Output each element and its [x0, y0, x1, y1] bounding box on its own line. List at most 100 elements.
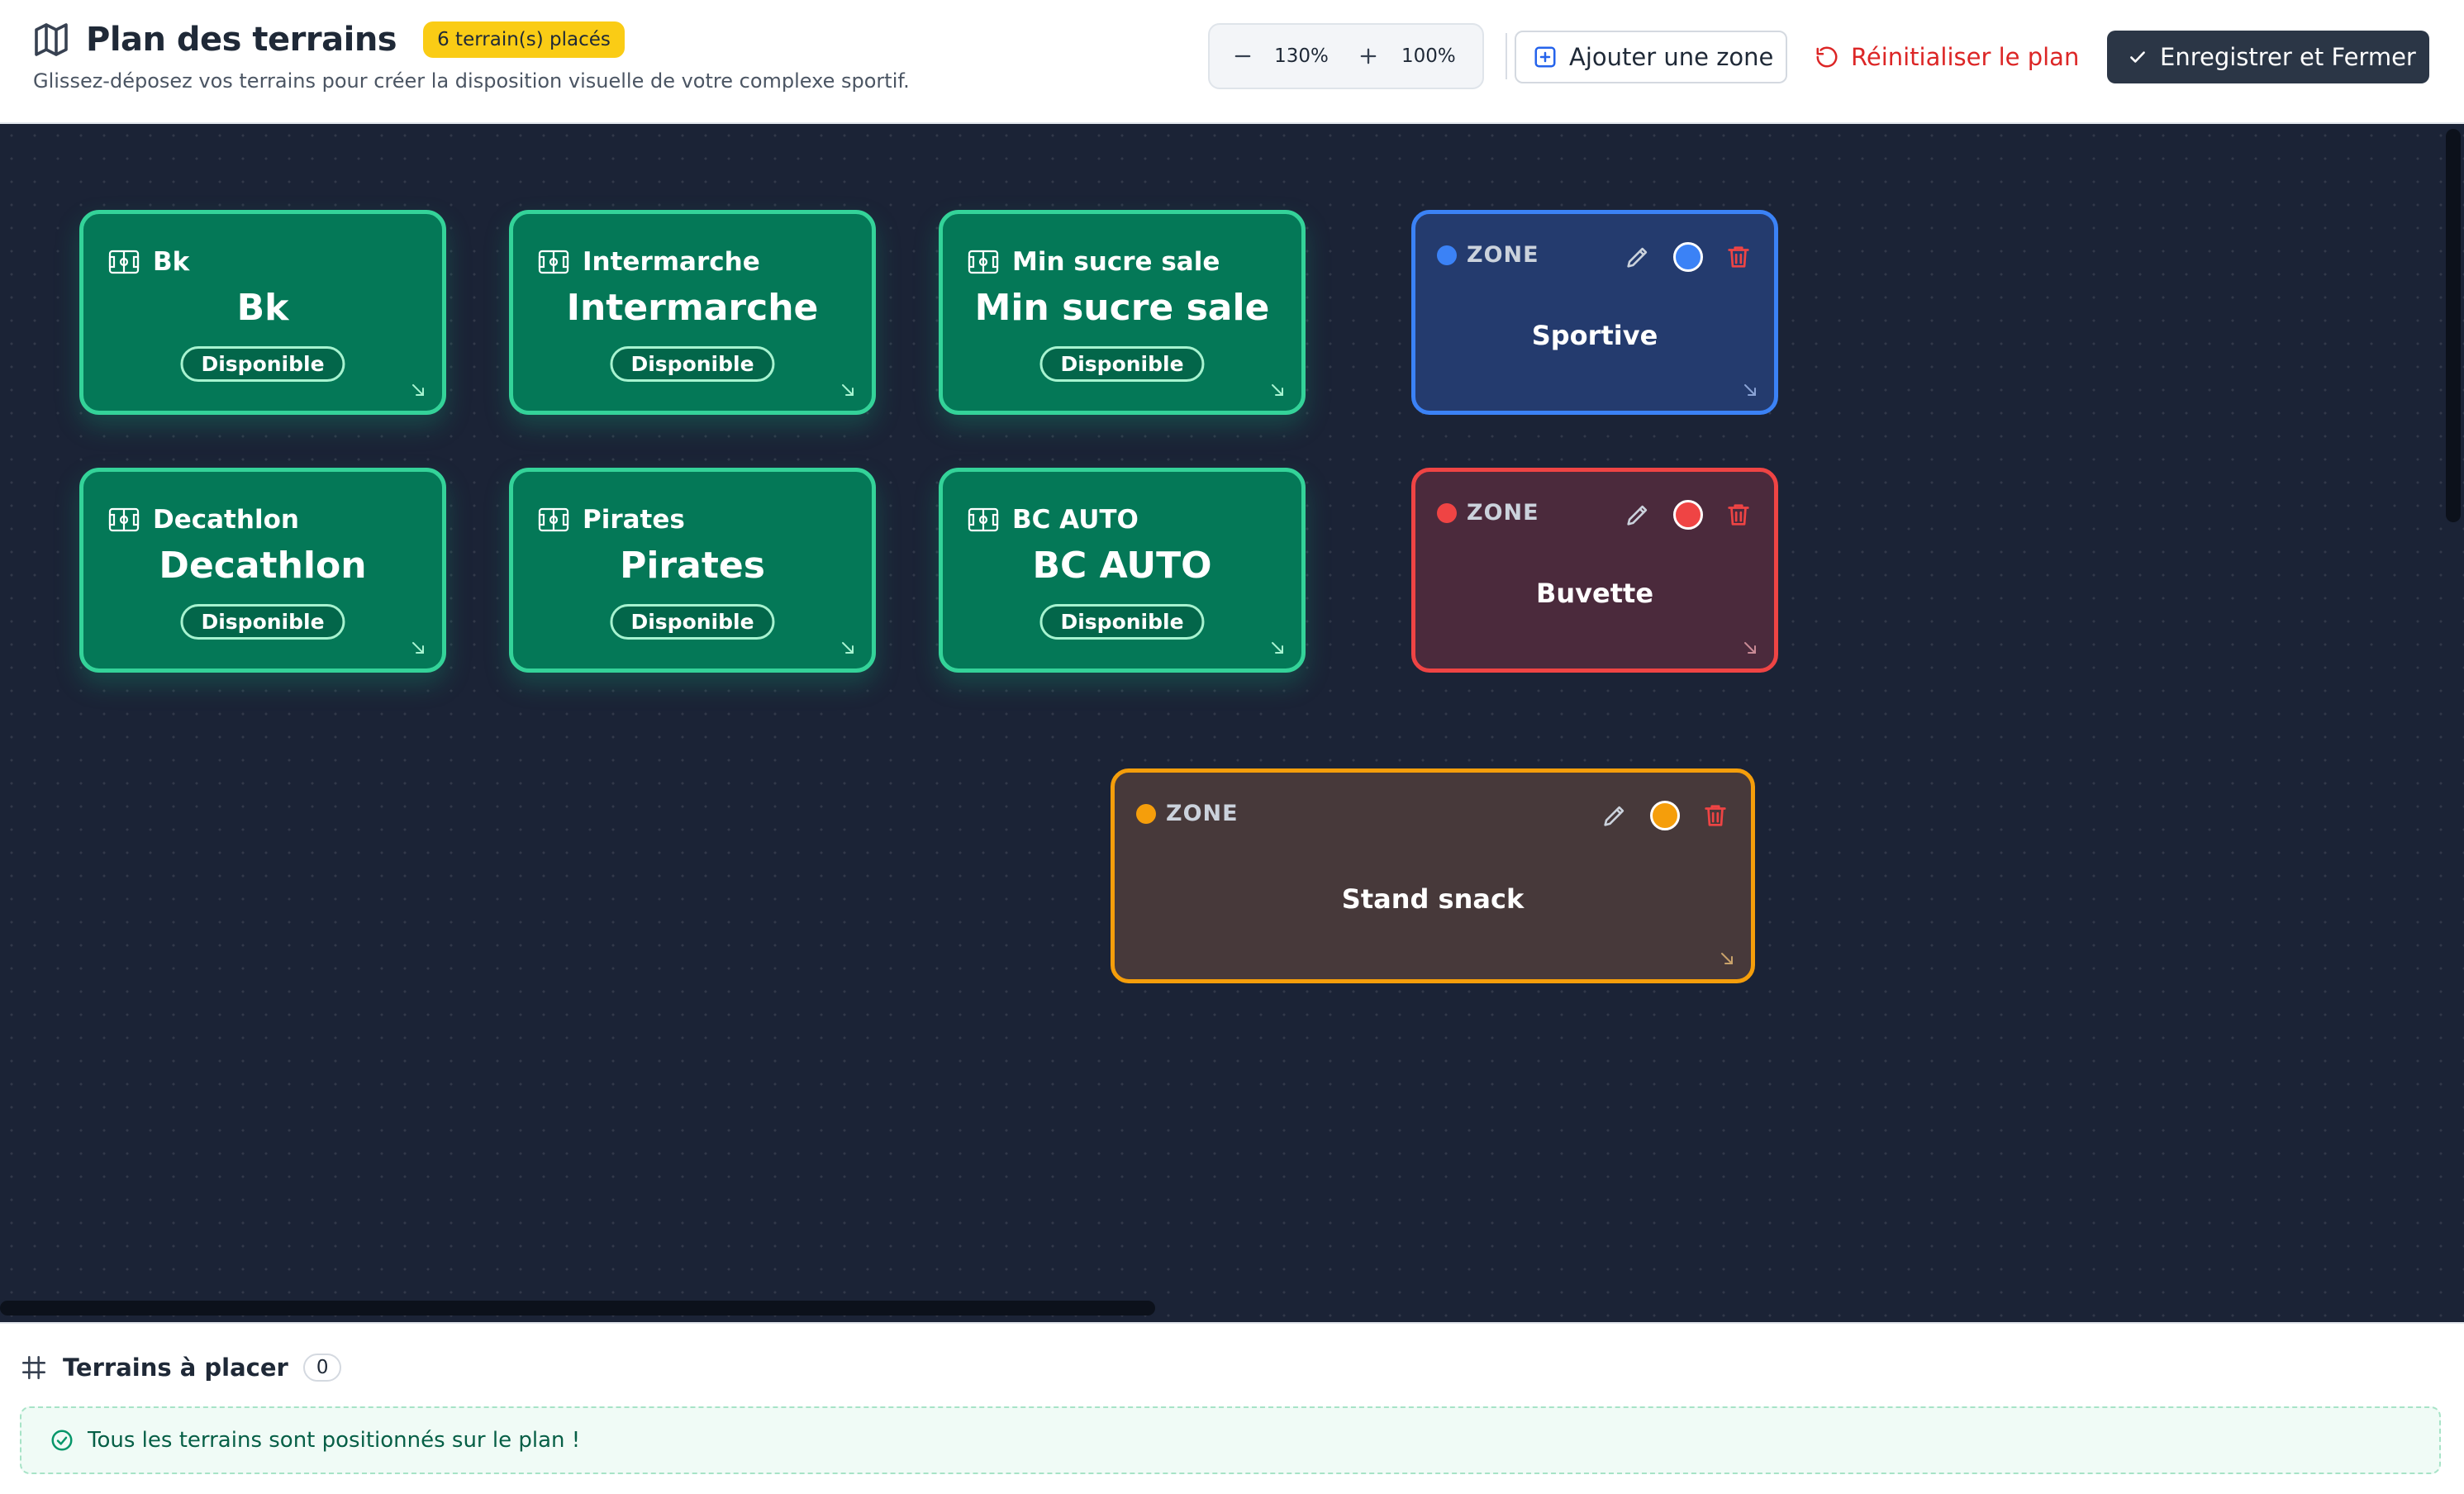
- court-icon: [538, 507, 569, 532]
- trash-icon[interactable]: [1701, 802, 1729, 830]
- court-name: BC AUTO: [1032, 545, 1212, 587]
- zone-label: ZONE: [1467, 242, 1539, 268]
- zone-color-dot: [1437, 245, 1457, 265]
- unplaced-count-badge: 0: [302, 1354, 342, 1382]
- zone-card-sportive[interactable]: ZONE Sportive: [1411, 210, 1778, 415]
- page-title: Plan des terrains: [86, 21, 397, 59]
- zone-tools: [1624, 242, 1753, 272]
- resize-handle-icon[interactable]: [1743, 383, 1758, 397]
- zone-name: Stand snack: [1341, 883, 1525, 915]
- reset-plan-label: Réinitialiser le plan: [1851, 43, 2080, 71]
- resize-handle-icon[interactable]: [411, 383, 426, 397]
- check-circle-icon: [50, 1428, 74, 1453]
- zone-header: ZONE: [1437, 500, 1539, 526]
- court-name: Intermarche: [566, 287, 819, 329]
- plus-icon: [1357, 45, 1380, 68]
- toolbar-header: Plan des terrains 6 terrain(s) placés Gl…: [0, 0, 2464, 124]
- zone-header: ZONE: [1437, 242, 1539, 268]
- add-zone-button[interactable]: Ajouter une zone: [1515, 31, 1787, 83]
- court-name: Decathlon: [159, 545, 367, 587]
- court-icon: [108, 250, 140, 274]
- zone-color-picker[interactable]: [1673, 242, 1703, 272]
- reset-plan-button[interactable]: Réinitialiser le plan: [1815, 31, 2079, 83]
- status-badge: Disponible: [1039, 604, 1205, 640]
- status-badge: Disponible: [180, 604, 345, 640]
- court-small-name: Intermarche: [583, 247, 760, 277]
- zone-color-picker[interactable]: [1650, 801, 1680, 830]
- court-icon: [968, 507, 999, 532]
- status-badge: Disponible: [1039, 346, 1205, 382]
- zone-card-buvette[interactable]: ZONE Buvette: [1411, 468, 1778, 673]
- check-icon: [2127, 46, 2148, 68]
- court-header: Min sucre sale: [968, 247, 1220, 277]
- court-name: Pirates: [620, 545, 765, 587]
- resize-handle-icon[interactable]: [411, 640, 426, 655]
- zoom-controls: 130% 100%: [1208, 23, 1484, 89]
- resize-handle-icon[interactable]: [840, 640, 855, 655]
- court-header: Intermarche: [538, 247, 760, 277]
- unplaced-courts-panel: Terrains à placer 0 Tous les terrains so…: [0, 1322, 2464, 1494]
- save-close-label: Enregistrer et Fermer: [2160, 43, 2416, 71]
- all-placed-text: Tous les terrains sont positionnés sur l…: [88, 1428, 581, 1453]
- trash-icon[interactable]: [1724, 243, 1753, 271]
- edit-icon[interactable]: [1624, 501, 1652, 529]
- toolbar-divider: [1506, 33, 1507, 79]
- zone-label: ZONE: [1166, 801, 1239, 826]
- court-name: Bk: [236, 287, 289, 329]
- court-header: Pirates: [538, 505, 685, 535]
- zoom-reset-button[interactable]: 100%: [1401, 45, 1456, 67]
- panel-title: Terrains à placer: [63, 1354, 288, 1382]
- court-small-name: Decathlon: [153, 505, 299, 535]
- minus-icon: [1231, 45, 1254, 68]
- status-badge: Disponible: [610, 346, 775, 382]
- zoom-out-button[interactable]: [1218, 31, 1268, 81]
- court-small-name: Bk: [153, 247, 190, 277]
- zone-color-dot: [1437, 502, 1457, 523]
- resize-handle-icon[interactable]: [1720, 951, 1734, 966]
- court-small-name: BC AUTO: [1012, 505, 1139, 535]
- edit-icon[interactable]: [1624, 243, 1652, 271]
- court-card[interactable]: Decathlon Decathlon Disponible: [79, 468, 446, 673]
- zoom-level: 130%: [1274, 45, 1329, 67]
- plus-square-icon: [1533, 45, 1558, 69]
- vertical-scrollbar[interactable]: [2446, 129, 2461, 522]
- zone-label: ZONE: [1467, 500, 1539, 526]
- court-card[interactable]: Intermarche Intermarche Disponible: [509, 210, 876, 415]
- map-icon: [31, 20, 71, 59]
- resize-handle-icon[interactable]: [1270, 640, 1285, 655]
- court-card[interactable]: BC AUTO BC AUTO Disponible: [939, 468, 1306, 673]
- zone-tools: [1624, 500, 1753, 530]
- zone-card-stand-snack[interactable]: ZONE Stand snack: [1111, 768, 1755, 983]
- reset-icon: [1815, 45, 1839, 69]
- panel-header: Terrains à placer 0: [20, 1354, 342, 1382]
- resize-handle-icon[interactable]: [840, 383, 855, 397]
- resize-handle-icon[interactable]: [1743, 640, 1758, 655]
- trash-icon[interactable]: [1724, 501, 1753, 529]
- edit-icon[interactable]: [1601, 802, 1629, 830]
- title-row: Plan des terrains 6 terrain(s) placés: [31, 20, 625, 59]
- zoom-in-button[interactable]: [1344, 31, 1393, 81]
- all-placed-message: Tous les terrains sont positionnés sur l…: [20, 1406, 2441, 1474]
- court-small-name: Min sucre sale: [1012, 247, 1220, 277]
- court-icon: [108, 507, 140, 532]
- status-badge: Disponible: [180, 346, 345, 382]
- resize-handle-icon[interactable]: [1270, 383, 1285, 397]
- status-badge: Disponible: [610, 604, 775, 640]
- court-header: Decathlon: [108, 505, 299, 535]
- court-icon: [538, 250, 569, 274]
- plan-canvas[interactable]: Bk Bk Disponible Intermarche Intermarche…: [0, 124, 2464, 1322]
- court-name: Min sucre sale: [974, 287, 1270, 329]
- court-header: BC AUTO: [968, 505, 1139, 535]
- zone-color-picker[interactable]: [1673, 500, 1703, 530]
- court-header: Bk: [108, 247, 189, 277]
- horizontal-scrollbar[interactable]: [0, 1301, 1155, 1316]
- save-close-button[interactable]: Enregistrer et Fermer: [2107, 31, 2429, 83]
- court-card[interactable]: Pirates Pirates Disponible: [509, 468, 876, 673]
- placed-count-badge: 6 terrain(s) placés: [423, 21, 625, 58]
- court-icon: [968, 250, 999, 274]
- page-subtitle: Glissez-déposez vos terrains pour créer …: [33, 69, 910, 93]
- zone-tools: [1601, 801, 1729, 830]
- zone-name: Sportive: [1531, 320, 1658, 351]
- court-card[interactable]: Min sucre sale Min sucre sale Disponible: [939, 210, 1306, 415]
- court-card[interactable]: Bk Bk Disponible: [79, 210, 446, 415]
